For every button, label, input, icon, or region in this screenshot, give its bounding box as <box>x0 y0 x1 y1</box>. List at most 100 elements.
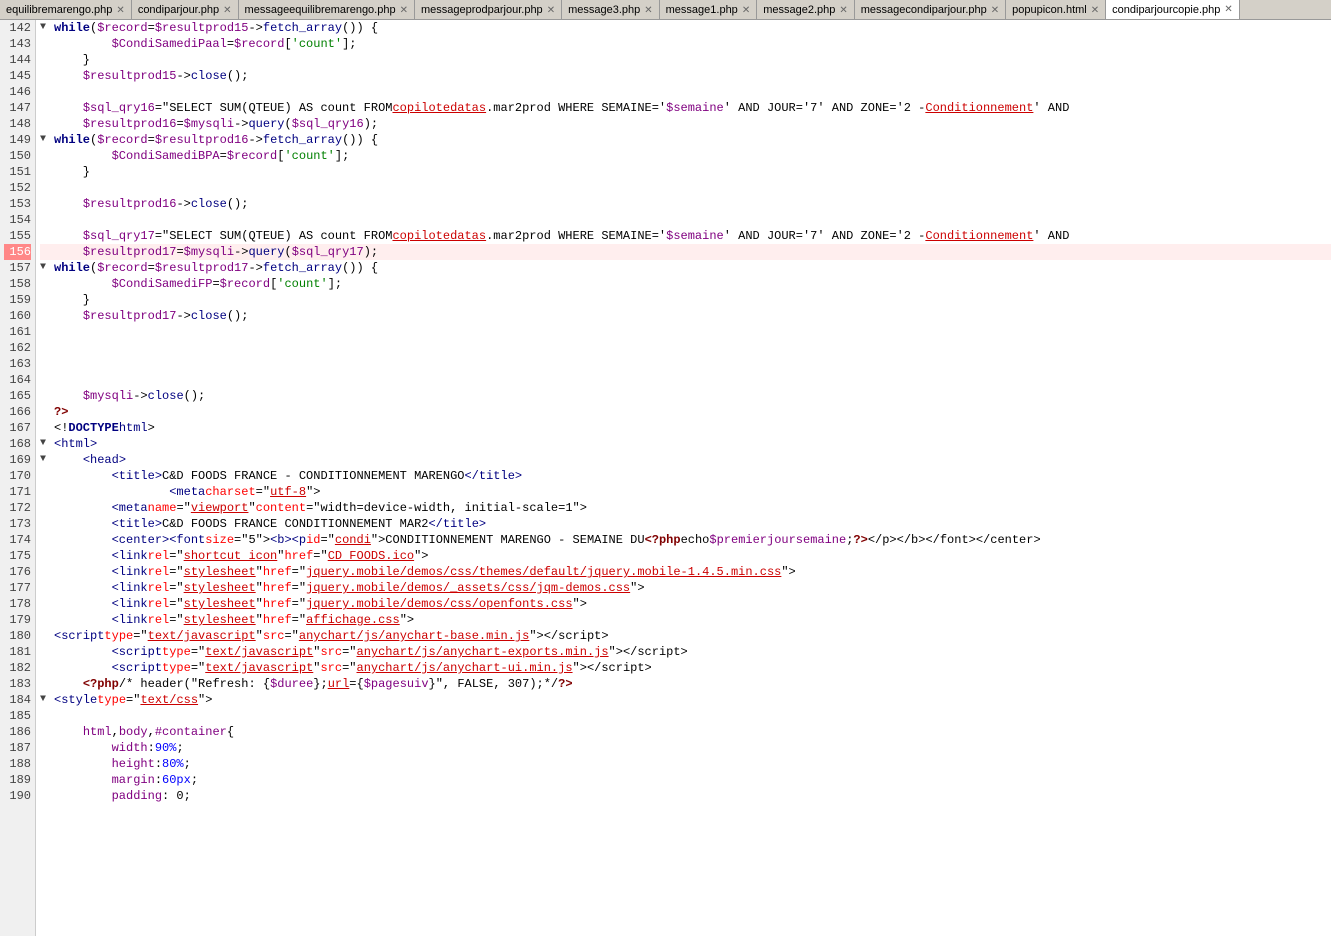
tab-label: messagecondiparjour.php <box>861 4 987 16</box>
line-num-164: 164 <box>4 372 31 388</box>
line-num-174: 174 <box>4 532 31 548</box>
fold-167 <box>40 420 52 436</box>
line-numbers: 142 143 144 145 146 147 148 149 150 151 … <box>0 20 36 936</box>
fold-190 <box>40 788 52 804</box>
line-num-151: 151 <box>4 164 31 180</box>
fold-169[interactable]: ▼ <box>40 452 52 468</box>
tab-condiparjourcopie[interactable]: condiparjourcopie.php ✕ <box>1106 0 1240 20</box>
tab-message3[interactable]: message3.php ✕ <box>562 0 660 20</box>
line-num-173: 173 <box>4 516 31 532</box>
fold-179 <box>40 612 52 628</box>
code-line-177: <link rel="stylesheet" href="jquery.mobi… <box>40 580 1331 596</box>
line-num-161: 161 <box>4 324 31 340</box>
fold-149[interactable]: ▼ <box>40 132 52 148</box>
line-num-190: 190 <box>4 788 31 804</box>
code-line-149: ▼ while($record = $resultprod16->fetch_a… <box>40 132 1331 148</box>
code-line-164 <box>40 372 1331 388</box>
line-num-152: 152 <box>4 180 31 196</box>
tab-message2[interactable]: message2.php ✕ <box>757 0 855 20</box>
code-line-156: $resultprod17 = $mysqli->query($sql_qry1… <box>40 244 1331 260</box>
fold-158 <box>40 276 52 292</box>
tab-messageequilibremarengo[interactable]: messageequilibremarengo.php ✕ <box>239 0 415 20</box>
tab-close-icon[interactable]: ✕ <box>1224 4 1232 15</box>
code-line-172: <meta name="viewport" content="width=dev… <box>40 500 1331 516</box>
line-num-179: 179 <box>4 612 31 628</box>
tab-messageprodparjour[interactable]: messageprodparjour.php ✕ <box>415 0 562 20</box>
fold-142[interactable]: ▼ <box>40 20 52 36</box>
fold-168[interactable]: ▼ <box>40 436 52 452</box>
line-num-142: 142 <box>4 20 31 36</box>
line-num-181: 181 <box>4 644 31 660</box>
fold-186 <box>40 724 52 740</box>
tab-close-icon[interactable]: ✕ <box>742 5 750 16</box>
code-line-153: $resultprod16->close(); <box>40 196 1331 212</box>
fold-189 <box>40 772 52 788</box>
fold-172 <box>40 500 52 516</box>
tab-label: condiparjour.php <box>138 4 219 16</box>
fold-160 <box>40 308 52 324</box>
line-num-176: 176 <box>4 564 31 580</box>
tab-close-icon[interactable]: ✕ <box>547 5 555 16</box>
tab-message1[interactable]: message1.php ✕ <box>660 0 758 20</box>
line-num-156: 156 <box>4 244 31 260</box>
fold-159 <box>40 292 52 308</box>
line-num-143: 143 <box>4 36 31 52</box>
code-line-180: <script type="text/javascript" src="anyc… <box>40 628 1331 644</box>
code-line-163 <box>40 356 1331 372</box>
fold-157[interactable]: ▼ <box>40 260 52 276</box>
fold-188 <box>40 756 52 772</box>
code-line-151: } <box>40 164 1331 180</box>
code-line-169: ▼ <head> <box>40 452 1331 468</box>
line-num-177: 177 <box>4 580 31 596</box>
line-num-162: 162 <box>4 340 31 356</box>
tab-close-icon[interactable]: ✕ <box>400 5 408 16</box>
line-num-144: 144 <box>4 52 31 68</box>
fold-151 <box>40 164 52 180</box>
line-num-175: 175 <box>4 548 31 564</box>
tab-close-icon[interactable]: ✕ <box>223 5 231 16</box>
fold-153 <box>40 196 52 212</box>
fold-152 <box>40 180 52 196</box>
code-content[interactable]: ▼ while($record = $resultprod15->fetch_a… <box>36 20 1331 936</box>
fold-143 <box>40 36 52 52</box>
fold-181 <box>40 644 52 660</box>
code-line-162 <box>40 340 1331 356</box>
fold-166 <box>40 404 52 420</box>
fold-184[interactable]: ▼ <box>40 692 52 708</box>
code-line-174: <center><font size="5"><b><p id="condi">… <box>40 532 1331 548</box>
line-num-168: 168 <box>4 436 31 452</box>
fold-162 <box>40 340 52 356</box>
code-line-147: $sql_qry16="SELECT SUM(QTEUE) AS count F… <box>40 100 1331 116</box>
tab-close-icon[interactable]: ✕ <box>839 5 847 16</box>
code-editor[interactable]: 142 143 144 145 146 147 148 149 150 151 … <box>0 20 1331 936</box>
tab-label: message3.php <box>568 4 640 16</box>
fold-163 <box>40 356 52 372</box>
fold-155 <box>40 228 52 244</box>
code-line-168: ▼ <html> <box>40 436 1331 452</box>
line-num-185: 185 <box>4 708 31 724</box>
tab-label: messageequilibremarengo.php <box>245 4 396 16</box>
fold-180 <box>40 628 52 644</box>
fold-148 <box>40 116 52 132</box>
line-num-148: 148 <box>4 116 31 132</box>
code-line-155: $sql_qry17="SELECT SUM(QTEUE) AS count F… <box>40 228 1331 244</box>
fold-183 <box>40 676 52 692</box>
tab-close-icon[interactable]: ✕ <box>1091 5 1099 16</box>
tab-messagecondiparjour[interactable]: messagecondiparjour.php ✕ <box>855 0 1006 20</box>
tab-equilibremarengo[interactable]: equilibremarengo.php ✕ <box>0 0 132 20</box>
tab-popupicon[interactable]: popupicon.html ✕ <box>1006 0 1106 20</box>
fold-185 <box>40 708 52 724</box>
tab-close-icon[interactable]: ✕ <box>644 5 652 16</box>
fold-178 <box>40 596 52 612</box>
tab-close-icon[interactable]: ✕ <box>991 5 999 16</box>
fold-177 <box>40 580 52 596</box>
tab-condiparjour[interactable]: condiparjour.php ✕ <box>132 0 239 20</box>
tab-close-icon[interactable]: ✕ <box>116 5 124 16</box>
line-num-158: 158 <box>4 276 31 292</box>
line-num-170: 170 <box>4 468 31 484</box>
tab-label: message1.php <box>666 4 738 16</box>
code-line-157: ▼ while($record = $resultprod17->fetch_a… <box>40 260 1331 276</box>
code-line-181: <script type="text/javascript" src="anyc… <box>40 644 1331 660</box>
code-line-143: $CondiSamediPaal = $record['count']; <box>40 36 1331 52</box>
code-line-152 <box>40 180 1331 196</box>
